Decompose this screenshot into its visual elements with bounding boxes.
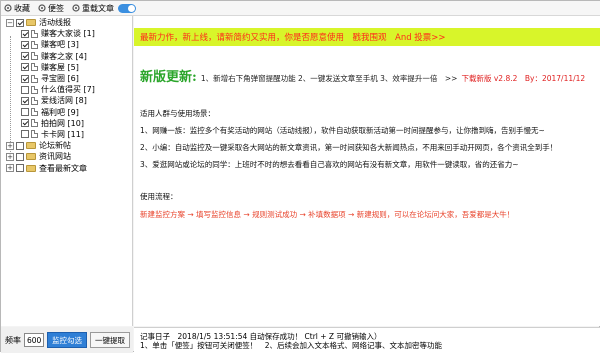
tree-group-news[interactable]: + 资讯网站 — [1, 151, 132, 162]
favorites-button[interactable]: 收藏 — [4, 3, 30, 14]
monitor-controls: 频率 监控勾选 一键提取 — [1, 327, 133, 353]
tree-checkbox[interactable] — [21, 63, 29, 72]
document-icon — [31, 63, 38, 72]
tree-item[interactable]: 赚客大家谈 [1] — [1, 28, 132, 39]
tree-root-activity[interactable]: − 活动线报 — [1, 17, 132, 28]
version-description: 1、新增右下角弹窗提醒功能 2、一键发送文章至手机 3、效率提升一倍 >> — [200, 74, 458, 83]
tree-item[interactable]: 爱线活网 [8] — [1, 95, 132, 106]
tree-group-label: 资讯网站 — [39, 152, 71, 162]
tree-item-label: 爱线活网 [8] — [41, 96, 87, 106]
note-log[interactable]: 记事日子 2018/1/5 13:51:54 自动保存成功！ Ctrl + Z … — [134, 327, 600, 353]
tree-checkbox[interactable] — [16, 18, 24, 27]
folder-icon — [26, 19, 36, 27]
version-title: 新版更新: — [140, 70, 197, 85]
tree-checkbox[interactable] — [16, 152, 24, 161]
tree-checkbox[interactable] — [21, 52, 29, 61]
gear-icon — [4, 4, 12, 12]
tree-checkbox[interactable] — [21, 85, 29, 94]
folder-icon — [26, 164, 36, 172]
tree-item-label: 福利吧 [9] — [41, 107, 79, 117]
audience-item: 1、网赚一族：监控多个有奖活动的网站（活动线报），软件自动获取新活动第一时间提醒… — [140, 126, 545, 135]
sticky-note-button[interactable]: 便签 — [38, 3, 64, 14]
document-icon — [31, 96, 38, 105]
expand-icon[interactable]: + — [6, 152, 14, 161]
tree-item-label: 拍拍网 [10] — [41, 118, 84, 128]
tree-group-forum[interactable]: + 论坛新帖 — [1, 140, 132, 151]
audience-item: 3、爱逛网站或论坛的同学：上班时不时的想去看看自己喜欢的网站有没有新文章，用软件… — [140, 160, 519, 169]
gear-icon — [38, 4, 46, 12]
document-icon — [31, 119, 38, 128]
frequency-input[interactable] — [24, 333, 44, 347]
sticky-note-label: 便签 — [48, 3, 64, 13]
tree-group-label: 论坛新帖 — [39, 141, 71, 151]
tree-item-label: 赚客大家谈 [1] — [41, 29, 95, 39]
app-window: 收藏 便签 重载文章 − 活动线报 赚客大家谈 [1] 赚客吧 [3] 赚客之家 [… — [0, 0, 600, 353]
promo-banner[interactable]: 最新力作，新上线，请新简约又实用，你是否愿意使用 戳我围观 And 投票>> — [134, 28, 600, 46]
tree-checkbox[interactable] — [21, 96, 29, 105]
tree-item[interactable]: 拍拍网 [10] — [1, 118, 132, 129]
tree-item[interactable]: 赚客屋 [5] — [1, 62, 132, 73]
tree-item[interactable]: 福利吧 [9] — [1, 107, 132, 118]
tree-checkbox[interactable] — [16, 164, 24, 173]
tree-item-label: 什么值得买 [7] — [41, 85, 95, 95]
log-line: 1、单击「便签」按钮可关闭便签！ 2、后续会加入文本格式、网络记事、文本加密等功… — [140, 341, 443, 350]
tree-item-label: 赚客屋 [5] — [41, 62, 79, 72]
tree-checkbox[interactable] — [21, 74, 29, 83]
tree-item[interactable]: 赚客吧 [3] — [1, 39, 132, 50]
expand-icon[interactable]: + — [6, 141, 14, 150]
source-tree: − 活动线报 赚客大家谈 [1] 赚客吧 [3] 赚客之家 [4] 赚客屋 [5] 寻宝… — [1, 16, 133, 326]
reload-articles-label: 重载文章 — [82, 3, 114, 13]
audience-title: 适用人群与使用场景： — [140, 109, 215, 118]
gear-icon — [72, 4, 80, 12]
document-icon — [31, 74, 38, 83]
tree-checkbox[interactable] — [21, 130, 29, 139]
document-icon — [31, 52, 38, 61]
top-toolbar: 收藏 便签 重载文章 — [1, 1, 600, 16]
monitor-checked-button[interactable]: 监控勾选 — [47, 332, 87, 348]
tree-item-label: 赚客之家 [4] — [41, 51, 87, 61]
one-click-fetch-button[interactable]: 一键提取 — [90, 332, 130, 348]
flow-steps: 新建监控方案 → 填写监控信息 → 规则测试成功 → 补填数据项 → 新建规则，… — [140, 210, 515, 219]
document-icon — [31, 29, 38, 38]
expand-icon[interactable]: + — [6, 164, 14, 173]
frequency-label: 频率 — [5, 335, 21, 345]
article-content: 最新力作，新上线，请新简约又实用，你是否愿意使用 戳我围观 And 投票>> 新… — [134, 16, 600, 326]
document-icon — [31, 85, 38, 94]
tree-checkbox[interactable] — [21, 108, 29, 117]
tree-checkbox[interactable] — [21, 119, 29, 128]
tree-root-label: 活动线报 — [39, 18, 71, 28]
tree-item[interactable]: 寻宝圈 [6] — [1, 73, 132, 84]
folder-icon — [26, 153, 36, 161]
flow-title: 使用流程： — [140, 192, 178, 201]
tree-item-label: 寻宝圈 [6] — [41, 74, 79, 84]
folder-icon — [26, 142, 36, 150]
tree-item[interactable]: 什么值得买 [7] — [1, 84, 132, 95]
version-row: 新版更新: 1、新增右下角弹窗提醒功能 2、一键发送文章至手机 3、效率提升一倍… — [140, 66, 585, 85]
tree-checkbox[interactable] — [21, 40, 29, 49]
favorites-label: 收藏 — [14, 3, 30, 13]
tree-item[interactable]: 卡卡网 [11] — [1, 129, 132, 140]
tree-item-label: 赚客吧 [3] — [41, 40, 79, 50]
document-icon — [31, 40, 38, 49]
tree-group-label: 查看最新文章 — [39, 163, 87, 173]
tree-group-latest[interactable]: + 查看最新文章 — [1, 162, 132, 173]
tree-item[interactable]: 赚客之家 [4] — [1, 51, 132, 62]
tree-checkbox[interactable] — [16, 141, 24, 150]
document-icon — [31, 108, 38, 117]
log-line: 记事日子 2018/1/5 13:51:54 自动保存成功！ Ctrl + Z … — [140, 332, 382, 341]
document-icon — [31, 130, 38, 139]
download-new-version-link[interactable]: 下载新版 v2.8.2 By：2017/11/12 — [461, 73, 585, 84]
collapse-icon[interactable]: − — [6, 18, 14, 27]
audience-item: 2、小编：自动监控及一键采取各大网站的新文章资讯，第一时间获知各大新闻热点，不用… — [140, 143, 558, 152]
reload-articles-toggle[interactable] — [118, 3, 136, 13]
tree-item-label: 卡卡网 [11] — [41, 129, 84, 139]
tree-checkbox[interactable] — [21, 29, 29, 38]
reload-articles-toggle-group[interactable]: 重载文章 — [72, 3, 136, 14]
